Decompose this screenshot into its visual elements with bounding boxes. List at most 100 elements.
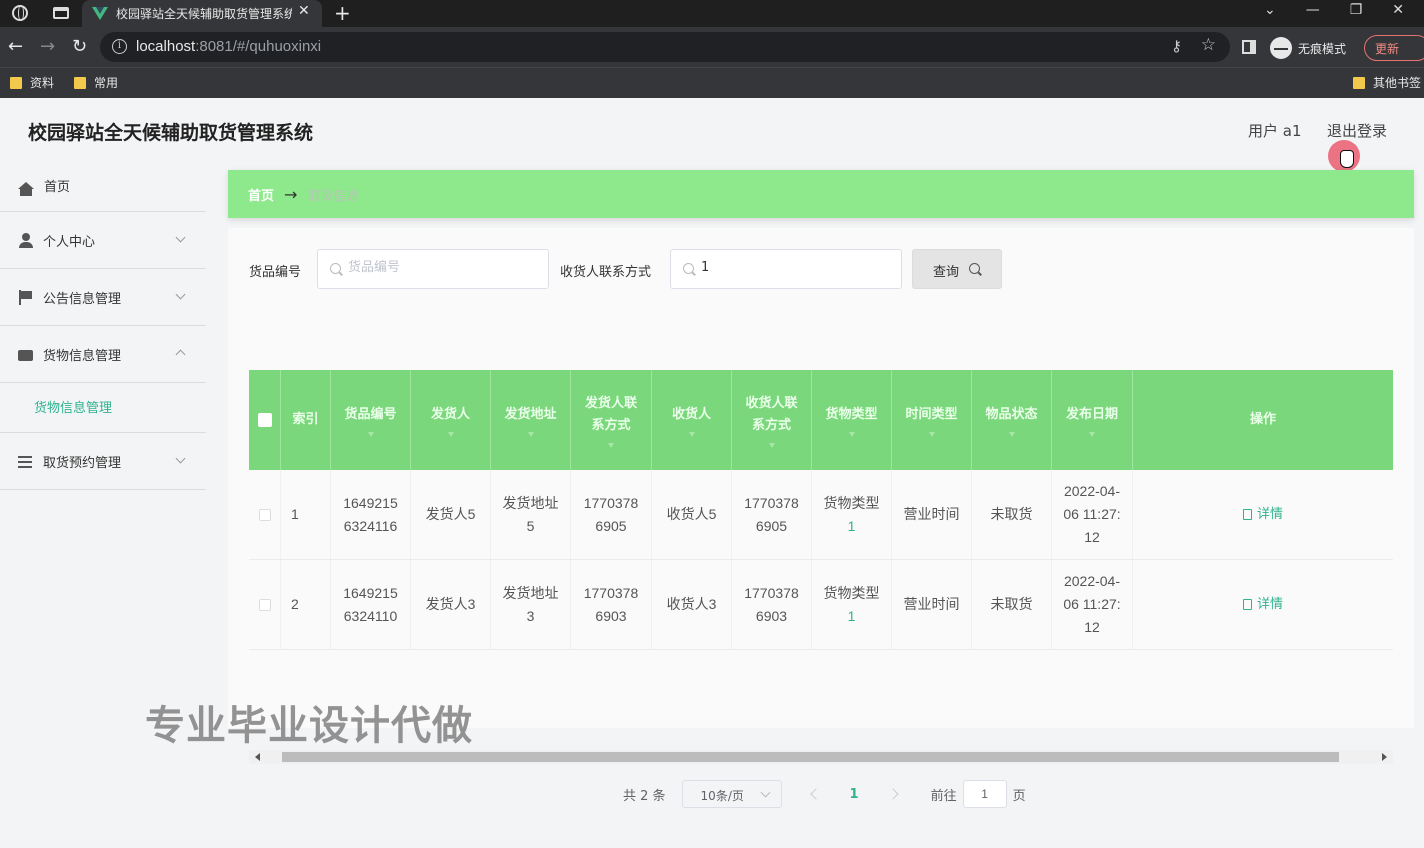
detail-button[interactable]: 详情 (1242, 503, 1283, 526)
document-icon (1242, 509, 1252, 520)
cell-goods-no: 16492156324116 (331, 470, 411, 559)
bookmark-folder[interactable]: 常用 (74, 74, 118, 91)
cell-receiver: 收货人3 (652, 560, 732, 649)
restore-icon[interactable]: ❐ (1350, 2, 1363, 18)
row-checkbox[interactable] (258, 598, 271, 611)
sidebar-subitem-goods-management[interactable]: 货物信息管理 (0, 383, 206, 433)
cell-time-type: 营业时间 (892, 560, 972, 649)
password-key-icon[interactable]: ⚷ (1171, 37, 1182, 55)
globe-icon[interactable] (12, 5, 28, 21)
goto-prefix: 前往 (930, 788, 957, 804)
sort-icon[interactable] (928, 431, 935, 437)
query-button[interactable]: 查询 (912, 249, 1002, 289)
sort-icon[interactable] (608, 442, 614, 448)
receiver-phone-input[interactable] (701, 260, 881, 275)
close-window-icon[interactable]: ✕ (1392, 2, 1404, 18)
scroll-right-arrow-icon[interactable] (1382, 753, 1387, 761)
page-size-select[interactable]: 10条/页 (681, 780, 782, 808)
scrollbar-thumb[interactable] (282, 752, 1339, 762)
back-icon[interactable]: ← (8, 36, 23, 57)
table-row: 1 16492156324116 发货人5 发货地址5 17703786905 … (249, 470, 1393, 560)
cell-receiver-phone: 17703786905 (732, 470, 812, 559)
box-icon (18, 349, 33, 361)
column-header[interactable]: 发货地址 (491, 370, 571, 470)
content-panel: 货品编号 收货人联系方式 查询 索引 货品编号 发货人 发货地址 发货人联系方式… (228, 228, 1414, 808)
side-panel-icon[interactable] (1242, 40, 1256, 54)
site-info-icon[interactable]: i (112, 39, 127, 54)
detail-button[interactable]: 详情 (1242, 593, 1283, 616)
user-icon (18, 232, 33, 248)
horizontal-scrollbar[interactable] (249, 750, 1393, 764)
row-checkbox[interactable] (258, 508, 271, 521)
page-number-current[interactable]: 1 (850, 787, 859, 802)
cell-sender-phone: 17703786903 (571, 560, 652, 649)
tab-search-chevron-icon[interactable]: ⌄ (1264, 2, 1276, 18)
minimize-icon[interactable]: — (1306, 2, 1320, 18)
bookmark-folder[interactable]: 资料 (10, 74, 54, 91)
browser-tab-active[interactable]: 校园驿站全天候辅助取货管理系统 ✕ (82, 0, 322, 27)
logout-link[interactable]: 退出登录 (1327, 120, 1387, 141)
column-header[interactable]: 时间类型 (892, 370, 972, 470)
sort-icon[interactable] (1008, 431, 1015, 437)
column-header[interactable]: 收货人联系方式 (732, 370, 812, 470)
bookmark-folder-other[interactable]: 其他书签 (1353, 74, 1421, 91)
sidebar-item-announcements[interactable]: 公告信息管理 (0, 269, 206, 326)
prev-page-icon[interactable] (809, 788, 822, 800)
update-button[interactable]: 更新 (1364, 35, 1424, 61)
incognito-indicator[interactable]: 无痕模式 (1270, 36, 1346, 60)
chevron-up-icon (175, 349, 186, 360)
breadcrumb-separator: → (284, 184, 298, 204)
column-header[interactable]: 物品状态 (972, 370, 1052, 470)
sort-icon[interactable] (447, 431, 454, 437)
window-controls: ⌄ — ❐ ✕ (1264, 2, 1404, 18)
sort-icon[interactable] (768, 442, 775, 448)
tab-close-icon[interactable]: ✕ (298, 3, 310, 19)
document-icon (1242, 599, 1252, 610)
cell-status: 未取货 (972, 470, 1052, 559)
column-header[interactable]: 收货人 (652, 370, 732, 470)
breadcrumb-current: 取货信息 (307, 188, 360, 204)
breadcrumb-home[interactable]: 首页 (248, 185, 274, 204)
tab-title: 校园驿站全天候辅助取货管理系统 (116, 7, 292, 21)
receiver-phone-label: 收货人联系方式 (560, 265, 652, 280)
column-header[interactable]: 发货人联系方式 (571, 370, 652, 470)
pagination-total: 共 2 条 (623, 788, 666, 804)
forward-icon[interactable]: → (40, 36, 55, 57)
sort-icon[interactable] (367, 431, 374, 437)
column-header[interactable]: 货物类型 (812, 370, 892, 470)
scroll-left-arrow-icon[interactable] (255, 753, 260, 761)
cell-receiver: 收货人5 (652, 470, 732, 559)
new-tab-icon[interactable]: + (334, 1, 351, 25)
sidebar-item-profile[interactable]: 个人中心 (0, 212, 206, 269)
sidebar-item-goods[interactable]: 货物信息管理 (0, 326, 206, 383)
watermark-text: 专业毕业设计代做 (145, 703, 473, 749)
cell-sender-addr: 发货地址5 (491, 470, 571, 559)
bookmark-star-icon[interactable]: ☆ (1201, 35, 1216, 55)
goods-no-input-wrap (317, 249, 549, 289)
sidebar-item-pickup-booking[interactable]: 取货预约管理 (0, 433, 206, 490)
address-bar[interactable]: i localhost:8081/#/quhuoxinxi ⚷ ☆ (100, 32, 1230, 62)
receiver-phone-input-wrap (670, 249, 902, 289)
column-header[interactable]: 发货人 (411, 370, 491, 470)
goods-no-input[interactable] (348, 260, 528, 275)
sort-icon[interactable] (1089, 431, 1095, 437)
sort-icon[interactable] (688, 431, 695, 437)
home-icon (18, 182, 34, 196)
sort-icon[interactable] (848, 431, 855, 437)
sort-icon[interactable] (527, 431, 534, 437)
list-icon (18, 454, 33, 469)
tab-overview-icon[interactable] (53, 7, 69, 19)
breadcrumb: 首页 → 取货信息 (228, 170, 1414, 218)
goto-page-input[interactable] (962, 780, 1007, 808)
reload-icon[interactable]: ↻ (72, 36, 87, 57)
folder-icon (74, 76, 86, 89)
search-icon (683, 263, 694, 274)
cell-sender-addr: 发货地址3 (491, 560, 571, 649)
sidebar-item-home[interactable]: 首页 (0, 160, 206, 212)
select-all-checkbox[interactable] (257, 413, 272, 427)
next-page-icon[interactable] (886, 788, 899, 800)
goods-no-label: 货品编号 (249, 265, 302, 280)
cell-goods-type: 货物类型 1 (812, 470, 892, 559)
column-header[interactable]: 货品编号 (331, 370, 411, 470)
column-header[interactable]: 发布日期 (1052, 370, 1133, 470)
